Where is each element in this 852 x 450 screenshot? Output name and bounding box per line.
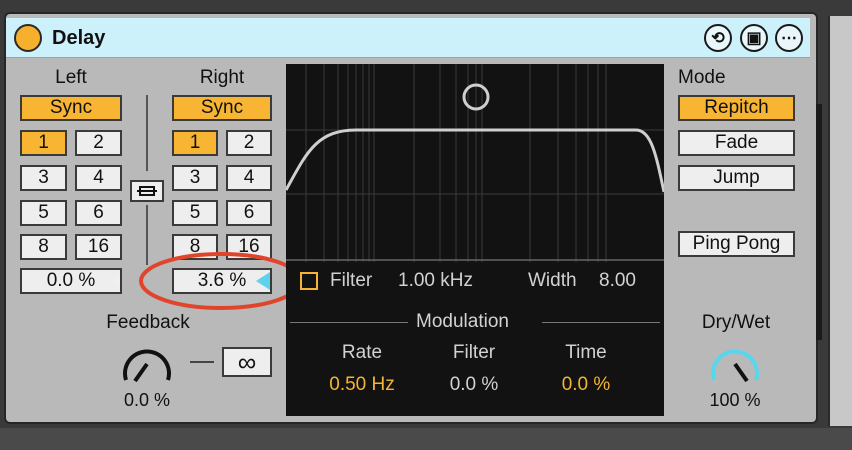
mod-time-label: Time — [565, 342, 607, 363]
filter-width-value[interactable]: 8.00 — [599, 270, 636, 292]
filter-label: Filter — [330, 270, 373, 291]
dry-wet-label: Dry/Wet — [701, 312, 771, 333]
save-icon[interactable]: ▣ — [740, 24, 768, 52]
left-label: Left — [55, 67, 87, 88]
filter-toggle-checkbox[interactable] — [300, 272, 318, 290]
freeze-button[interactable]: ∞ — [222, 347, 272, 377]
right-panel-strip — [816, 16, 852, 426]
left-beat-1[interactable]: 1 — [20, 130, 67, 156]
right-beat-4[interactable]: 4 — [226, 165, 272, 191]
mod-filter-value[interactable]: 0.0 % — [424, 374, 524, 396]
device-power-button[interactable] — [14, 24, 42, 52]
feedback-label: Feedback — [106, 312, 190, 333]
right-label: Right — [199, 67, 245, 88]
left-beat-3[interactable]: 3 — [20, 165, 67, 191]
feedback-knob[interactable] — [116, 334, 178, 390]
left-beat-2[interactable]: 2 — [75, 130, 122, 156]
left-beat-16[interactable]: 16 — [75, 234, 122, 260]
modulation-divider-right — [542, 322, 660, 323]
filter-width-label: Width — [528, 270, 577, 291]
mode-label: Mode — [678, 67, 726, 88]
right-beat-1[interactable]: 1 — [172, 130, 218, 156]
left-beat-5[interactable]: 5 — [20, 200, 67, 226]
device-title-bar — [6, 18, 810, 58]
left-beat-8[interactable]: 8 — [20, 234, 67, 260]
device-title: Delay — [52, 27, 106, 49]
mod-time-value[interactable]: 0.0 % — [536, 374, 636, 396]
right-sync-button[interactable]: Sync — [172, 95, 272, 121]
modulation-title: Modulation — [416, 311, 509, 332]
filter-graph[interactable] — [286, 64, 664, 262]
modulation-divider-left — [290, 322, 408, 323]
left-sync-button[interactable]: Sync — [20, 95, 122, 121]
mod-rate-label: Rate — [341, 342, 383, 363]
refresh-icon[interactable]: ⟲ — [704, 24, 732, 52]
link-icon[interactable] — [130, 180, 164, 202]
left-beat-6[interactable]: 6 — [75, 200, 122, 226]
ping-pong-button[interactable]: Ping Pong — [678, 231, 795, 257]
mode-repitch-button[interactable]: Repitch — [678, 95, 795, 121]
mode-jump-button[interactable]: Jump — [678, 165, 795, 191]
left-beat-4[interactable]: 4 — [75, 165, 122, 191]
right-beat-3[interactable]: 3 — [172, 165, 218, 191]
left-offset-value: 0.0 % — [46, 270, 96, 291]
left-offset-arrow-icon — [112, 274, 120, 288]
bottom-bar — [0, 428, 852, 450]
left-offset-field[interactable]: 0.0 % — [20, 268, 122, 294]
dry-wet-value: 100 % — [709, 390, 761, 410]
more-icon[interactable]: ⋯ — [775, 24, 803, 52]
feedback-value: 0.0 % — [123, 390, 171, 410]
mod-filter-label: Filter — [452, 342, 496, 363]
highlight-annotation-circle — [139, 252, 303, 310]
link-icon-glyph — [137, 186, 157, 196]
right-beat-6[interactable]: 6 — [226, 200, 272, 226]
right-beat-2[interactable]: 2 — [226, 130, 272, 156]
right-beat-5[interactable]: 5 — [172, 200, 218, 226]
filter-frequency[interactable]: 1.00 kHz — [398, 270, 473, 292]
mode-fade-button[interactable]: Fade — [678, 130, 795, 156]
dry-wet-knob[interactable] — [704, 334, 766, 390]
link-line-top — [146, 95, 148, 171]
mod-rate-value[interactable]: 0.50 Hz — [312, 374, 412, 396]
feedback-link-line — [190, 361, 214, 363]
